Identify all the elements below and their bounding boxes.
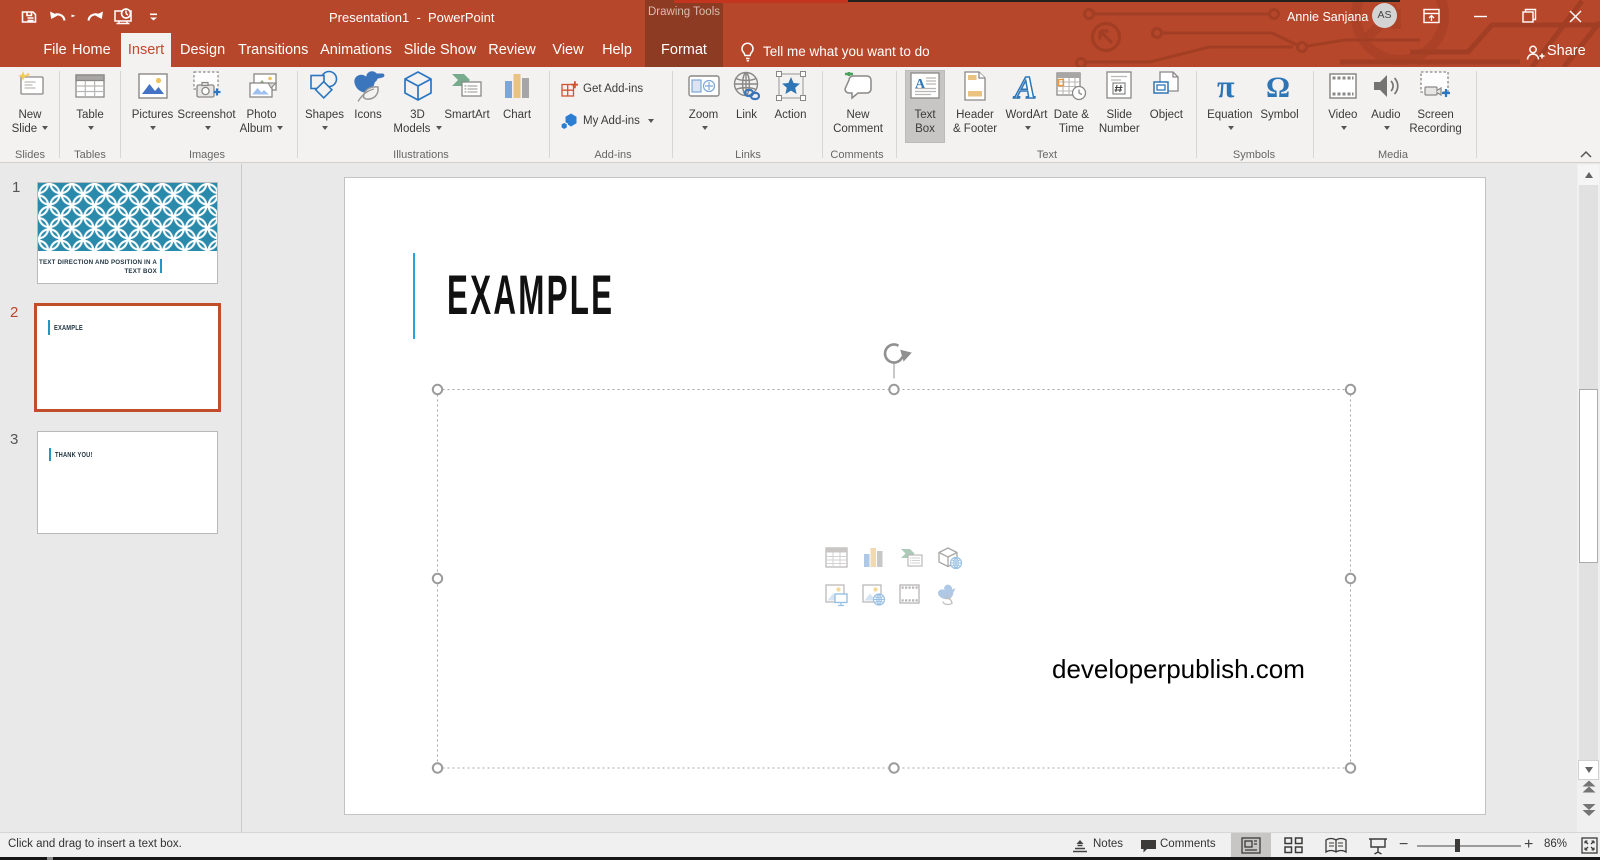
svg-text:π: π — [1217, 70, 1235, 102]
svg-text:A: A — [915, 77, 926, 92]
svg-text:Ω: Ω — [1266, 71, 1290, 102]
svg-text:A: A — [1013, 71, 1036, 101]
